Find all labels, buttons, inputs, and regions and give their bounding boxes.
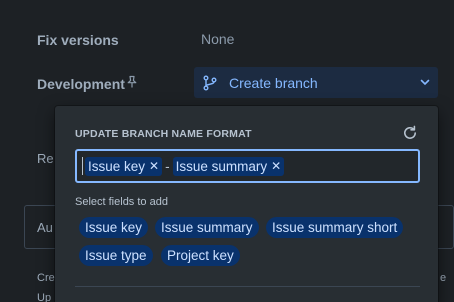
- background-row-fragment: Re: [37, 151, 54, 166]
- chevron-down-icon[interactable]: [418, 75, 432, 89]
- create-branch-label: Create branch: [229, 74, 318, 91]
- field-chip-project-key[interactable]: Project key: [161, 245, 240, 266]
- reset-icon[interactable]: [401, 124, 419, 142]
- format-token-issue-summary[interactable]: Issue summary ✕: [172, 156, 285, 176]
- remove-token-icon[interactable]: ✕: [271, 159, 281, 173]
- fix-versions-value[interactable]: None: [201, 31, 234, 47]
- field-chip-issue-summary-short[interactable]: Issue summary short: [266, 217, 404, 238]
- field-chip-issue-key[interactable]: Issue key: [79, 217, 149, 238]
- create-branch-button[interactable]: Create branch: [194, 67, 438, 98]
- format-token-label: Issue summary: [175, 158, 268, 174]
- remove-token-icon[interactable]: ✕: [149, 159, 159, 173]
- branch-format-popup: UPDATE BRANCH NAME FORMAT Issue key ✕ - …: [55, 106, 438, 302]
- fix-versions-label: Fix versions: [37, 32, 119, 48]
- field-chip-issue-summary[interactable]: Issue summary: [155, 217, 259, 238]
- background-bottom-fragment-3: e: [440, 272, 447, 284]
- background-bottom-fragment-1: Cre: [37, 272, 55, 284]
- popup-title: UPDATE BRANCH NAME FORMAT: [75, 128, 252, 140]
- background-card-fragment: Au: [37, 220, 53, 235]
- format-token-issue-key[interactable]: Issue key ✕: [85, 156, 163, 176]
- popup-divider: [75, 286, 420, 287]
- format-separator: -: [165, 158, 170, 174]
- pin-icon[interactable]: [125, 75, 139, 89]
- development-label: Development: [37, 76, 125, 92]
- branch-icon: [203, 75, 217, 90]
- branch-format-input[interactable]: Issue key ✕ - Issue summary ✕: [75, 149, 420, 183]
- background-bottom-fragment-2: Up: [37, 292, 52, 302]
- field-chip-issue-type[interactable]: Issue type: [79, 245, 153, 266]
- text-caret: [82, 157, 83, 175]
- select-fields-label: Select fields to add: [75, 196, 168, 208]
- format-token-label: Issue key: [88, 158, 146, 174]
